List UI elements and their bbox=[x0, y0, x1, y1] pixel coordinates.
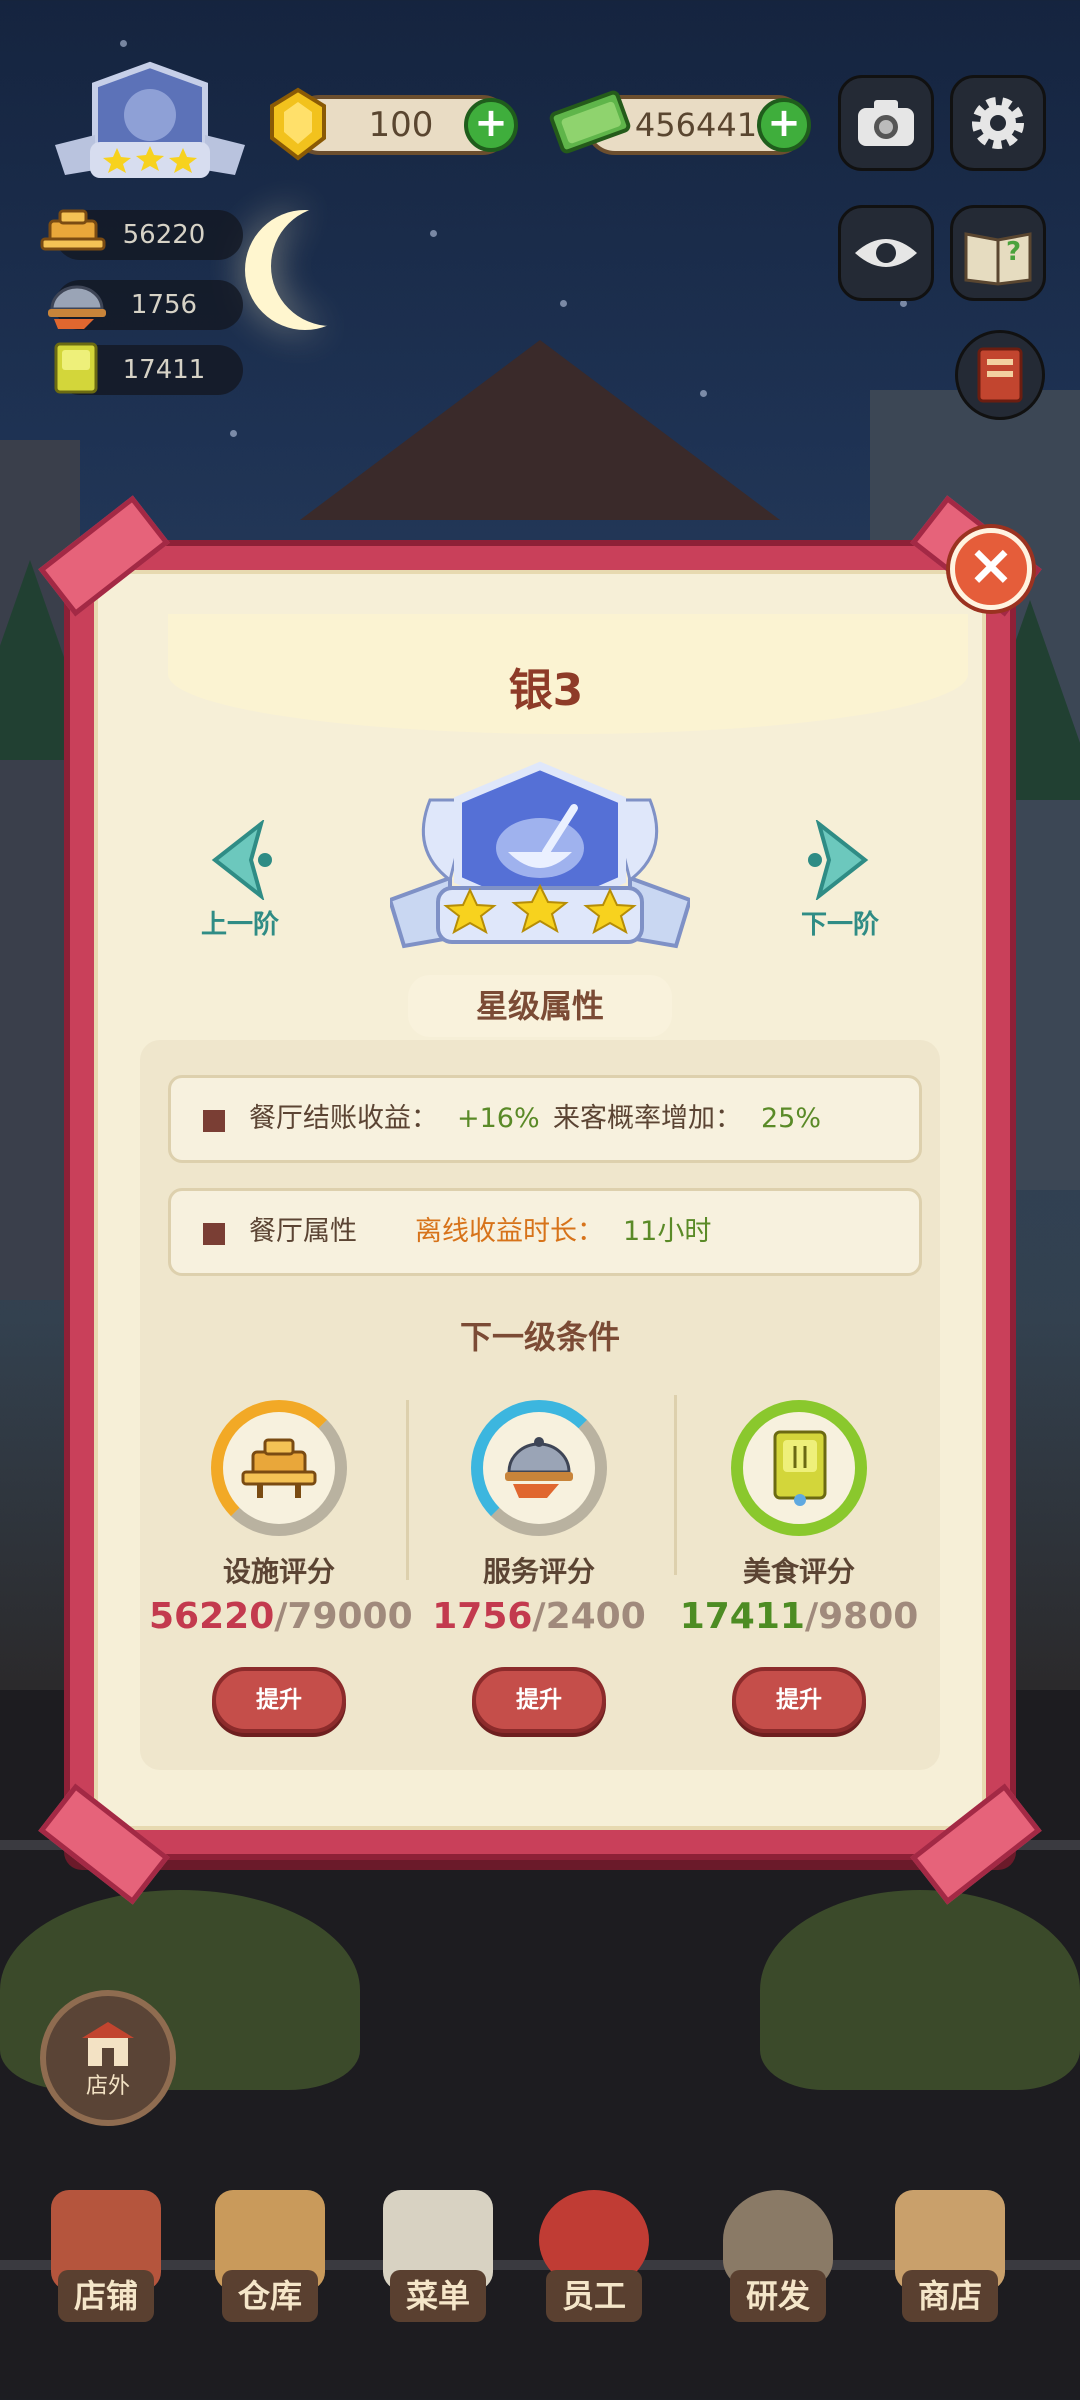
star-attributes-heading: 星级属性 bbox=[408, 975, 672, 1037]
service-progress-ring bbox=[471, 1400, 607, 1536]
attribute-value-2: 11小时 bbox=[623, 1216, 712, 1247]
sky-star bbox=[560, 300, 567, 307]
gem-value: 100 bbox=[368, 105, 434, 145]
attribute-separator-2: ： bbox=[577, 1216, 604, 1247]
camera-icon bbox=[858, 100, 914, 146]
attribute-separator-2: ： bbox=[715, 1103, 742, 1134]
nav-warehouse-label: 仓库 bbox=[221, 2270, 318, 2322]
facility-upgrade-button[interactable]: 提升 bbox=[212, 1667, 346, 1733]
sky-star bbox=[430, 230, 437, 237]
gem-icon bbox=[258, 86, 338, 162]
add-gem-button[interactable]: + bbox=[464, 98, 518, 152]
attribute-row-restaurant: 餐厅属性 离线收益时长 ： 11小时 bbox=[168, 1188, 922, 1276]
cash-icon bbox=[545, 82, 637, 164]
close-icon: × bbox=[967, 533, 1015, 598]
service-icon bbox=[505, 1437, 573, 1498]
facility-score-value: 56220 bbox=[122, 220, 206, 250]
attribute-label-2: 来客概率增加 bbox=[553, 1103, 715, 1134]
sky-star bbox=[900, 300, 907, 307]
attribute-row-income: 餐厅结账收益 ： +16% 来客概率增加 ： 25% bbox=[168, 1075, 922, 1163]
outside-label: 店外 bbox=[85, 2074, 130, 2099]
rank-badge[interactable] bbox=[55, 60, 245, 190]
prev-rank-button[interactable]: 上一阶 bbox=[170, 818, 310, 950]
food-book-icon bbox=[46, 340, 112, 396]
service-score-value: 1756 bbox=[130, 290, 198, 320]
attribute-separator: ： bbox=[411, 1103, 438, 1134]
dialog-title: 银3 bbox=[508, 665, 584, 716]
facility-condition-value: 56220/79000 bbox=[149, 1596, 413, 1637]
outside-store-button[interactable]: 店外 bbox=[40, 1990, 176, 2126]
nav-store[interactable]: 商店 bbox=[880, 2190, 1020, 2340]
facility-target-value: /79000 bbox=[274, 1596, 413, 1637]
food-progress-ring bbox=[731, 1400, 867, 1536]
recipe-button[interactable] bbox=[955, 330, 1045, 420]
svg-text:?: ? bbox=[1006, 237, 1021, 267]
eye-icon bbox=[855, 239, 917, 267]
attribute-label-2: 离线收益时长 bbox=[415, 1216, 577, 1247]
nav-staff[interactable]: 员工 bbox=[524, 2190, 664, 2340]
cash-value: 456441 bbox=[634, 106, 758, 144]
guide-button[interactable]: ? bbox=[950, 205, 1046, 301]
nav-store-label: 商店 bbox=[901, 2270, 998, 2322]
guide-book-icon: ? bbox=[964, 232, 1032, 286]
prev-rank-label: 上一阶 bbox=[200, 910, 279, 940]
facility-condition-name: 设施评分 bbox=[222, 1555, 335, 1588]
arrow-right-icon bbox=[808, 818, 869, 902]
attribute-value-2: 25% bbox=[761, 1103, 822, 1134]
food-target-value: /9800 bbox=[804, 1596, 919, 1637]
food-condition: 美食评分 17411/9800 提升 bbox=[669, 1400, 929, 1733]
food-upgrade-button[interactable]: 提升 bbox=[732, 1667, 866, 1733]
next-rank-label: 下一阶 bbox=[800, 910, 879, 940]
service-condition-name: 服务评分 bbox=[482, 1555, 595, 1588]
facility-condition: 设施评分 56220/79000 提升 bbox=[149, 1400, 413, 1733]
next-rank-button[interactable]: 下一阶 bbox=[770, 818, 910, 950]
nav-research-label: 研发 bbox=[729, 2270, 826, 2322]
service-current-value: 1756 bbox=[432, 1596, 533, 1637]
food-book-icon bbox=[773, 1430, 827, 1506]
silver-rank-medal bbox=[387, 760, 693, 960]
attribute-value: +16% bbox=[457, 1103, 540, 1134]
nav-menu[interactable]: 菜单 bbox=[368, 2190, 508, 2340]
nav-research[interactable]: 研发 bbox=[708, 2190, 848, 2340]
service-icon bbox=[44, 275, 110, 331]
service-target-value: /2400 bbox=[532, 1596, 646, 1637]
next-level-conditions-heading: 下一级条件 bbox=[459, 1318, 620, 1356]
store-icon bbox=[82, 2022, 134, 2066]
close-button[interactable]: × bbox=[950, 528, 1032, 610]
attribute-bullet bbox=[203, 1110, 225, 1132]
food-condition-value: 17411/9800 bbox=[669, 1596, 929, 1637]
moon bbox=[245, 210, 365, 330]
restaurant-roof bbox=[300, 340, 780, 520]
service-condition-value: 1756/2400 bbox=[409, 1596, 669, 1637]
food-score-value: 17411 bbox=[122, 355, 206, 385]
nav-shop[interactable]: 店铺 bbox=[36, 2190, 176, 2340]
gear-icon bbox=[972, 97, 1024, 149]
food-current-value: 17411 bbox=[679, 1596, 805, 1637]
nav-shop-label: 店铺 bbox=[57, 2270, 154, 2322]
nav-menu-label: 菜单 bbox=[389, 2270, 486, 2322]
attribute-label: 餐厅结账收益 bbox=[249, 1103, 411, 1134]
facility-progress-ring bbox=[211, 1400, 347, 1536]
facility-icon bbox=[241, 1438, 317, 1498]
nav-warehouse[interactable]: 仓库 bbox=[200, 2190, 340, 2340]
sky-star bbox=[120, 40, 127, 47]
attribute-label: 餐厅属性 bbox=[249, 1216, 357, 1247]
facility-icon bbox=[40, 205, 106, 261]
service-condition: 服务评分 1756/2400 提升 bbox=[409, 1400, 669, 1733]
attribute-bullet bbox=[203, 1223, 225, 1245]
bush bbox=[760, 1890, 1080, 2090]
nav-staff-label: 员工 bbox=[545, 2270, 642, 2322]
service-upgrade-button[interactable]: 提升 bbox=[472, 1667, 606, 1733]
recipe-book-icon bbox=[977, 347, 1023, 403]
arrow-left-icon bbox=[211, 818, 272, 902]
rank-medal-icon bbox=[387, 761, 693, 949]
rank-medal-icon bbox=[55, 61, 245, 178]
camera-button[interactable] bbox=[838, 75, 934, 171]
sky-star bbox=[230, 430, 237, 437]
food-condition-name: 美食评分 bbox=[742, 1555, 855, 1588]
facility-current-value: 56220 bbox=[149, 1596, 275, 1637]
view-toggle-button[interactable] bbox=[838, 205, 934, 301]
add-cash-button[interactable]: + bbox=[757, 98, 811, 152]
settings-button[interactable] bbox=[950, 75, 1046, 171]
